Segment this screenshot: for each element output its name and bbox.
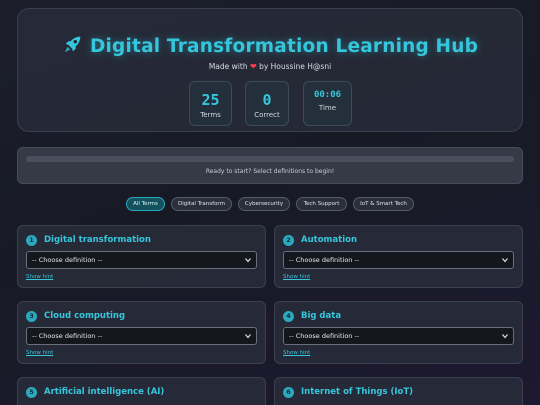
- definition-select[interactable]: -- Choose definition --: [283, 251, 514, 269]
- stat-terms-label: Terms: [200, 111, 221, 119]
- chevron-down-icon: [502, 334, 508, 339]
- term-card: 5 Artificial intelligence (AI): [17, 377, 266, 405]
- definition-select-value: -- Choose definition --: [289, 332, 360, 340]
- filter-tech-support[interactable]: Tech Support: [296, 197, 347, 211]
- term-title: Cloud computing: [44, 311, 126, 321]
- show-hint-link[interactable]: Show hint: [26, 274, 53, 280]
- show-hint-link[interactable]: Show hint: [283, 274, 310, 280]
- term-title: Automation: [301, 235, 357, 245]
- definition-select[interactable]: -- Choose definition --: [283, 327, 514, 345]
- term-title: Big data: [301, 311, 342, 321]
- heart-icon: ❤: [249, 62, 257, 71]
- title-text: Digital Transformation Learning Hub: [89, 36, 479, 57]
- stat-correct-label: Correct: [254, 111, 280, 119]
- filter-cybersecurity[interactable]: Cybersecurity: [238, 197, 290, 211]
- progress-message: Ready to start? Select definitions to be…: [205, 168, 335, 175]
- show-hint-link[interactable]: Show hint: [283, 350, 310, 356]
- chevron-down-icon: [245, 258, 251, 263]
- credit-prefix: Made with: [208, 62, 248, 71]
- term-title: Internet of Things (IoT): [301, 387, 414, 397]
- header-panel: Digital Transformation Learning Hub Made…: [17, 8, 523, 132]
- definition-select[interactable]: -- Choose definition --: [26, 251, 257, 269]
- term-number: 5: [26, 387, 37, 398]
- term-card: 2 Automation -- Choose definition -- Sho…: [274, 225, 523, 288]
- filter-all-terms[interactable]: All Terms: [126, 197, 165, 211]
- stat-correct-value: 0: [262, 91, 272, 109]
- credit-line: Made with ❤ by Houssine H@sni: [18, 62, 522, 71]
- definition-select-value: -- Choose definition --: [289, 256, 360, 264]
- term-number: 4: [283, 311, 294, 322]
- term-card: 1 Digital transformation -- Choose defin…: [17, 225, 266, 288]
- term-title: Digital transformation: [44, 235, 151, 245]
- progress-bar: [26, 156, 514, 162]
- definition-select[interactable]: -- Choose definition --: [26, 327, 257, 345]
- stat-time: 00:06 Time: [303, 81, 352, 126]
- show-hint-link[interactable]: Show hint: [26, 350, 53, 356]
- stat-terms: 25 Terms: [189, 81, 232, 126]
- term-number: 2: [283, 235, 294, 246]
- term-card: 3 Cloud computing -- Choose definition -…: [17, 301, 266, 364]
- stat-terms-value: 25: [201, 91, 220, 109]
- definition-select-value: -- Choose definition --: [32, 256, 103, 264]
- stat-time-label: Time: [318, 104, 337, 112]
- term-number: 3: [26, 311, 37, 322]
- chevron-down-icon: [245, 334, 251, 339]
- term-number: 1: [26, 235, 37, 246]
- definition-select-value: -- Choose definition --: [32, 332, 103, 340]
- term-title: Artificial intelligence (AI): [44, 387, 165, 397]
- page-title: Digital Transformation Learning Hub: [18, 33, 522, 57]
- filter-iot-smart-tech[interactable]: IoT & Smart Tech: [353, 197, 414, 211]
- credit-author: by Houssine H@sni: [259, 62, 332, 71]
- progress-panel: Ready to start? Select definitions to be…: [17, 147, 523, 184]
- rocket-icon: [62, 33, 84, 55]
- term-number: 6: [283, 387, 294, 398]
- term-card: 4 Big data -- Choose definition -- Show …: [274, 301, 523, 364]
- filter-bar: All Terms Digital Transform Cybersecurit…: [0, 197, 540, 211]
- chevron-down-icon: [502, 258, 508, 263]
- filter-digital-transform[interactable]: Digital Transform: [171, 197, 232, 211]
- stat-correct: 0 Correct: [245, 81, 289, 126]
- stat-time-value: 00:06: [313, 90, 342, 100]
- term-card: 6 Internet of Things (IoT): [274, 377, 523, 405]
